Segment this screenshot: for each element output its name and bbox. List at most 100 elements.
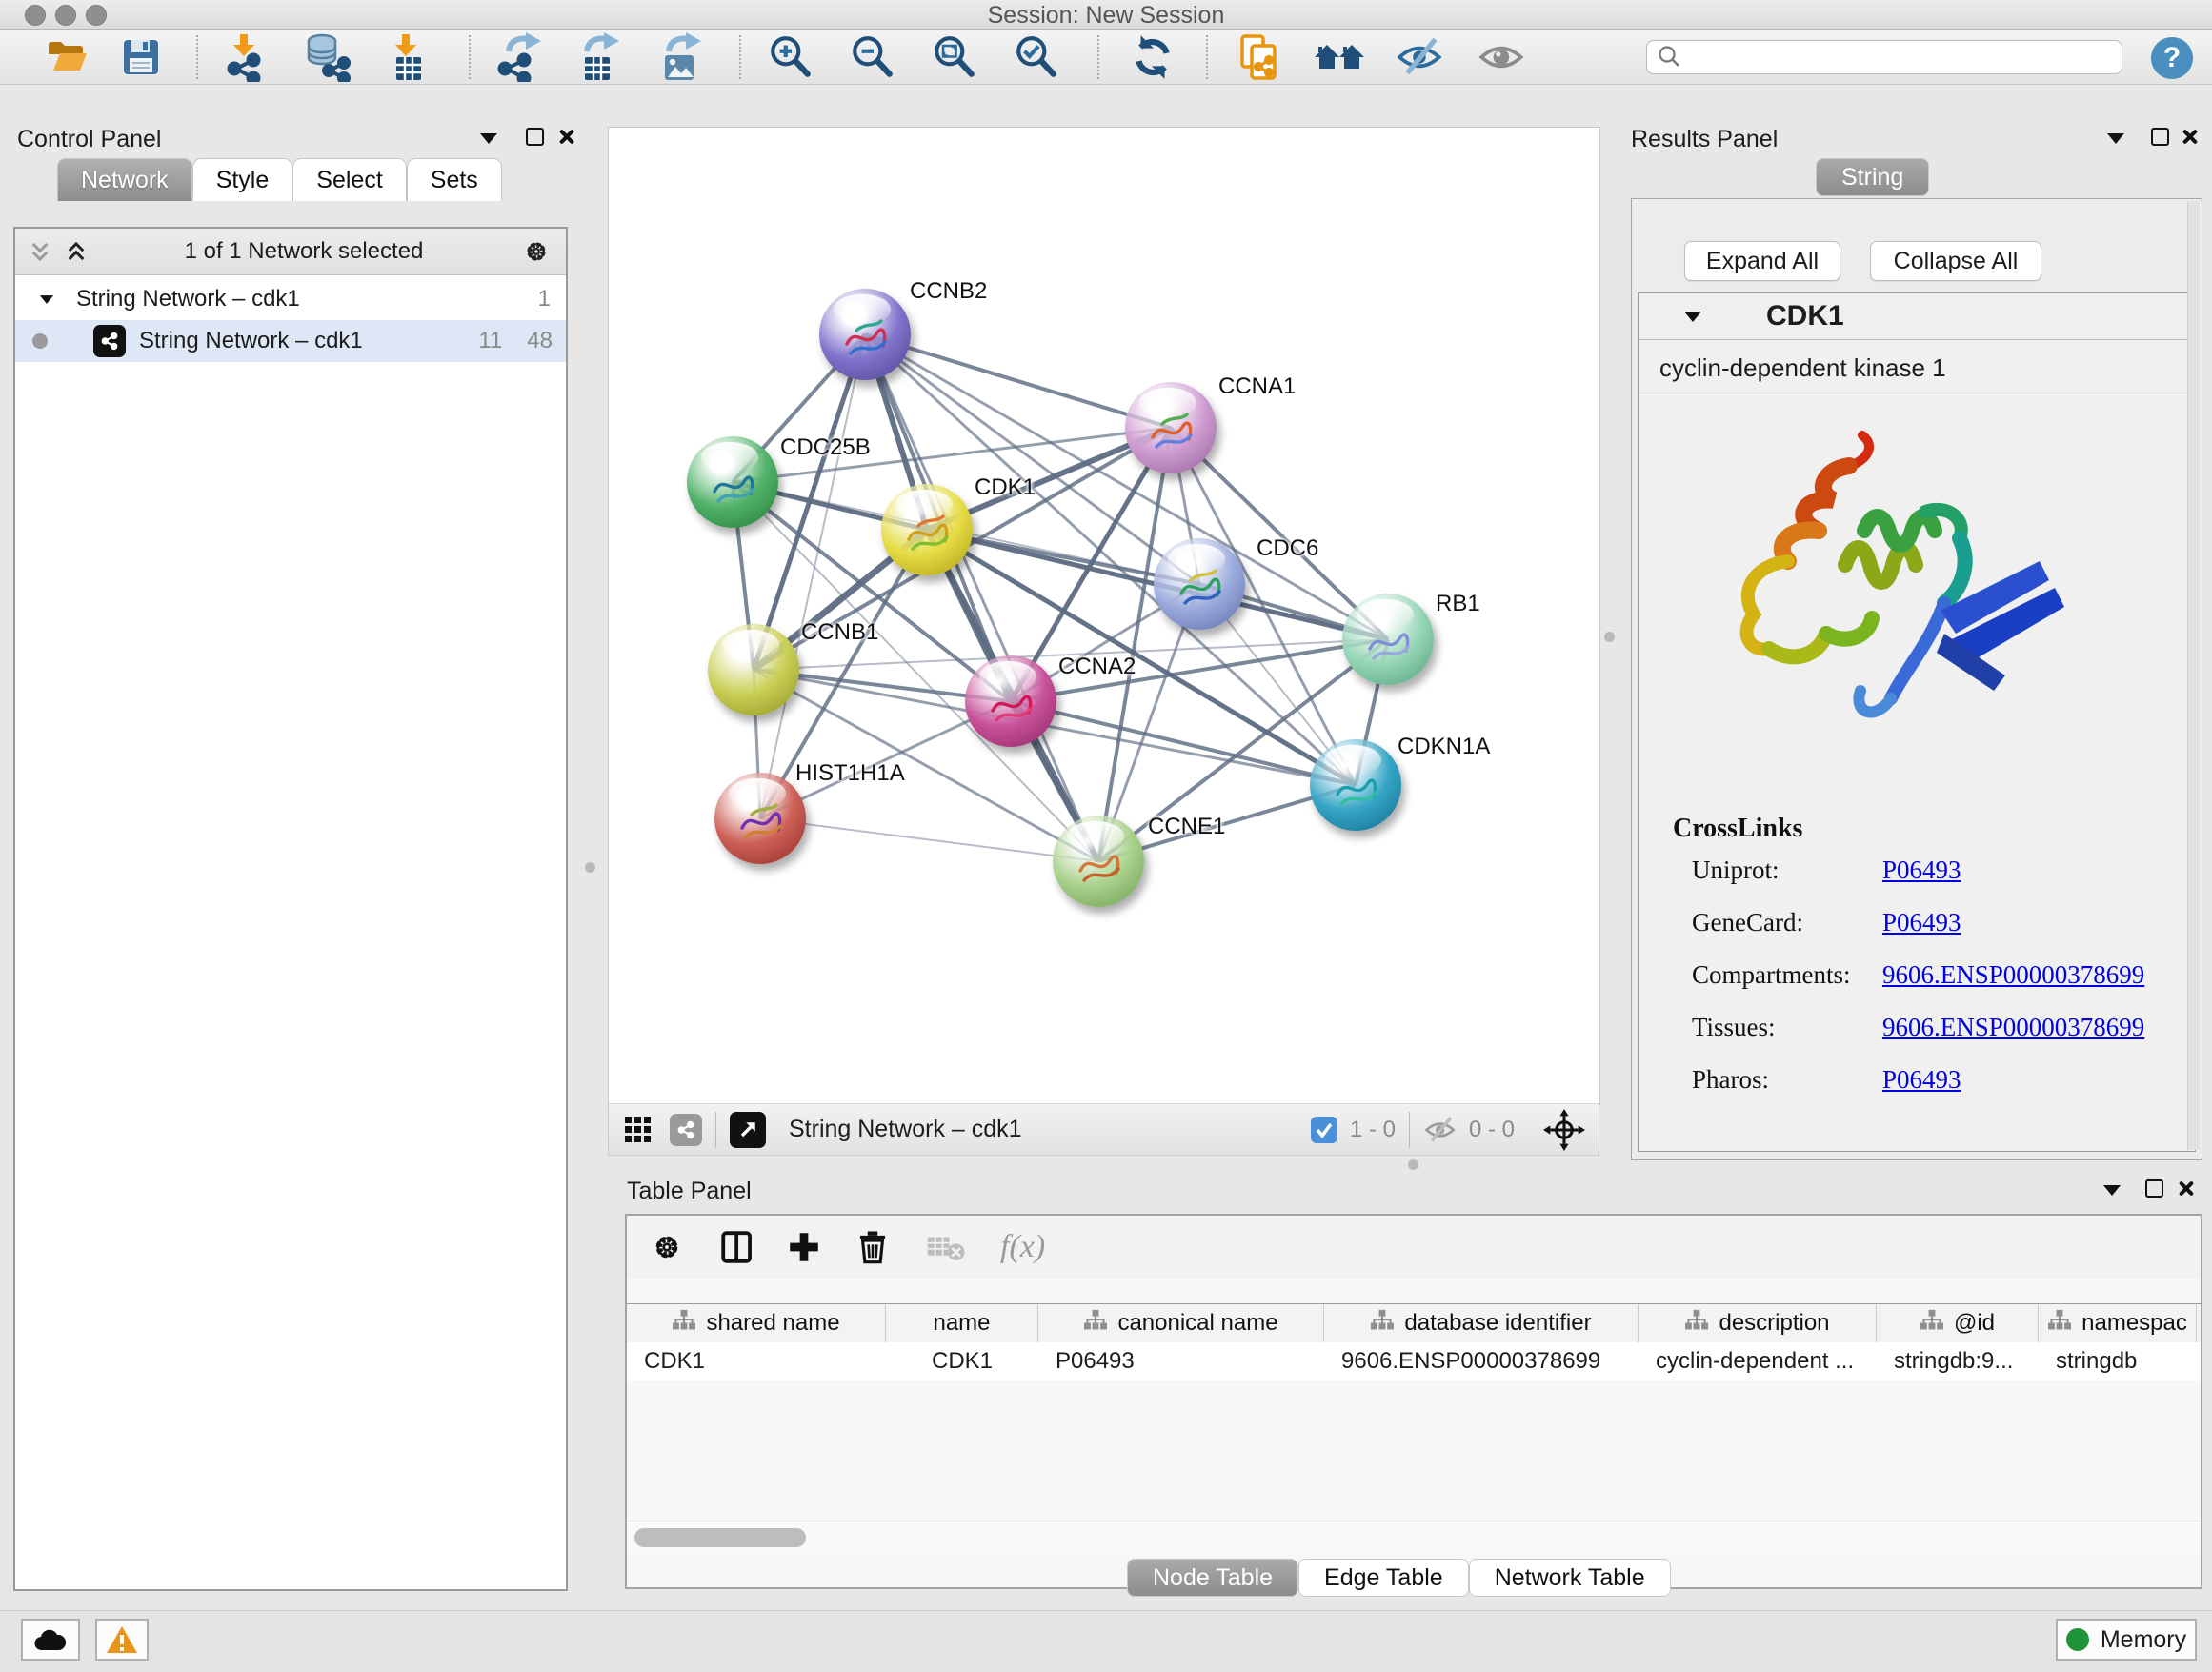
zoom-fit-icon xyxy=(931,33,978,81)
table-panel-float-icon[interactable] xyxy=(2145,1179,2163,1198)
network-node-CCNA1[interactable] xyxy=(1125,382,1217,473)
expand-all-button[interactable]: Expand All xyxy=(1684,241,1840,281)
control-panel-float-icon[interactable] xyxy=(526,128,544,146)
tab-network[interactable]: Network xyxy=(57,158,192,201)
table-cell[interactable]: stringdb xyxy=(2039,1342,2197,1380)
network-edge[interactable] xyxy=(760,818,1098,861)
import-network-database-button[interactable] xyxy=(297,33,354,81)
crosslink-value[interactable]: P06493 xyxy=(1882,1065,1961,1095)
column-header-canonical-name[interactable]: canonical name xyxy=(1038,1304,1324,1342)
table-cell[interactable]: stringdb:9... xyxy=(1877,1342,2039,1380)
results-panel-menu-icon[interactable] xyxy=(2107,133,2124,144)
refresh-icon xyxy=(1129,33,1176,81)
search-input[interactable] xyxy=(1681,44,2122,71)
gene-expander-icon[interactable] xyxy=(1684,312,1701,322)
tab-node-table[interactable]: Node Table xyxy=(1127,1559,1298,1597)
network-row-selected[interactable]: String Network – cdk1 11 48 xyxy=(15,320,566,362)
network-node-CCNA2[interactable] xyxy=(965,655,1056,747)
table-panel-menu-icon[interactable] xyxy=(2103,1185,2121,1196)
help-button[interactable]: ? xyxy=(2151,37,2193,79)
import-table-button[interactable] xyxy=(379,33,436,81)
birdseye-grid-icon[interactable] xyxy=(624,1116,653,1144)
hide-selected-button[interactable] xyxy=(1393,33,1450,81)
network-node-CCNE1[interactable] xyxy=(1053,816,1144,907)
tab-edge-table[interactable]: Edge Table xyxy=(1298,1559,1469,1597)
control-panel-menu-icon[interactable] xyxy=(480,133,497,144)
table-cell[interactable]: cyclin-dependent ... xyxy=(1639,1342,1877,1380)
fit-content-crosshair-icon[interactable] xyxy=(1543,1109,1585,1151)
tab-string[interactable]: String xyxy=(1816,158,1929,196)
open-in-window-icon[interactable] xyxy=(730,1112,766,1148)
table-panel-close-icon[interactable] xyxy=(2178,1180,2193,1196)
show-columns-icon[interactable] xyxy=(718,1228,756,1266)
horizontal-splitter-handle[interactable] xyxy=(1408,1159,1418,1170)
zoom-out-button[interactable] xyxy=(844,33,901,81)
open-session-button[interactable] xyxy=(38,33,95,81)
new-network-from-selection-button[interactable] xyxy=(1231,33,1288,81)
export-table-button[interactable] xyxy=(570,33,627,81)
crosslink-value[interactable]: P06493 xyxy=(1882,908,1961,937)
collection-expander-icon[interactable] xyxy=(40,295,53,304)
control-panel-close-icon[interactable] xyxy=(558,129,573,144)
table-cell[interactable]: CDK1 xyxy=(886,1342,1038,1380)
results-panel-float-icon[interactable] xyxy=(2151,128,2169,146)
crosslink-value[interactable]: 9606.ENSP00000378699 xyxy=(1882,960,2144,990)
save-session-button[interactable] xyxy=(112,33,170,81)
table-row[interactable]: CDK1CDK1P064939606.ENSP00000378699cyclin… xyxy=(627,1342,2201,1380)
memory-button[interactable]: Memory xyxy=(2056,1619,2197,1661)
network-node-CDC6[interactable] xyxy=(1154,538,1245,630)
zoom-in-button[interactable] xyxy=(762,33,819,81)
warning-button[interactable] xyxy=(95,1619,149,1661)
collapse-all-button[interactable]: Collapse All xyxy=(1870,241,2041,281)
column-header-name[interactable]: name xyxy=(886,1304,1038,1342)
network-node-CDC25B[interactable] xyxy=(687,436,778,528)
apply-layout-button[interactable] xyxy=(1124,33,1181,81)
network-node-CCNB2[interactable] xyxy=(819,289,911,380)
table-cell[interactable]: P06493 xyxy=(1038,1342,1324,1380)
tab-sets[interactable]: Sets xyxy=(407,158,502,201)
tab-style[interactable]: Style xyxy=(192,158,293,201)
crosslink-value[interactable]: P06493 xyxy=(1882,856,1961,885)
results-scrollbar[interactable] xyxy=(2187,201,2200,1150)
network-node-CDKN1A[interactable] xyxy=(1310,739,1401,831)
column-header-shared-name[interactable]: shared name xyxy=(627,1304,886,1342)
show-all-button[interactable] xyxy=(1475,33,1532,81)
crosslink-value[interactable]: 9606.ENSP00000378699 xyxy=(1882,1013,2144,1042)
network-collection-row[interactable]: String Network – cdk1 1 xyxy=(15,278,566,320)
column-header--id[interactable]: @id xyxy=(1877,1304,2039,1342)
export-network-button[interactable] xyxy=(490,33,547,81)
network-node-CCNB1[interactable] xyxy=(708,624,799,715)
export-image-button[interactable] xyxy=(652,33,709,81)
gene-section-header[interactable]: CDK1 xyxy=(1639,293,2195,340)
column-header-description[interactable]: description xyxy=(1639,1304,1877,1342)
right-splitter-handle[interactable] xyxy=(1604,632,1615,642)
column-header-database-identifier[interactable]: database identifier xyxy=(1324,1304,1639,1342)
zoom-fit-button[interactable] xyxy=(926,33,983,81)
network-canvas[interactable]: CCNB2CCNA1CDC25BCDK1CDC6RB1CCNB1CCNA2CDK… xyxy=(608,127,1600,1105)
delete-column-icon[interactable] xyxy=(854,1228,892,1266)
first-neighbors-button[interactable] xyxy=(1311,33,1368,81)
tab-select[interactable]: Select xyxy=(292,158,406,201)
left-splitter-handle[interactable] xyxy=(585,862,595,873)
results-panel-close-icon[interactable] xyxy=(2182,129,2197,144)
network-options-gear-icon[interactable] xyxy=(520,235,553,268)
table-cell[interactable]: CDK1 xyxy=(627,1342,886,1380)
network-node-CDK1[interactable] xyxy=(881,484,973,575)
network-node-HIST1H1A[interactable] xyxy=(714,773,806,864)
network-node-RB1[interactable] xyxy=(1342,594,1434,685)
network-view-type-icon[interactable] xyxy=(670,1114,702,1146)
tab-network-table[interactable]: Network Table xyxy=(1469,1559,1671,1597)
cloud-button[interactable] xyxy=(21,1619,80,1661)
scrollbar-thumb[interactable] xyxy=(634,1528,806,1547)
network-edge[interactable] xyxy=(1011,701,1356,785)
table-horizontal-scrollbar[interactable] xyxy=(627,1521,2201,1554)
expand-all-networks-icon[interactable] xyxy=(65,241,88,262)
collapse-all-networks-icon[interactable] xyxy=(29,241,51,262)
add-column-icon[interactable] xyxy=(785,1228,823,1266)
zoom-selected-button[interactable] xyxy=(1008,33,1065,81)
table-options-gear-icon[interactable] xyxy=(648,1228,686,1266)
network-edge[interactable] xyxy=(865,334,1171,428)
column-header-namespac[interactable]: namespac xyxy=(2039,1304,2197,1342)
table-cell[interactable]: 9606.ENSP00000378699 xyxy=(1324,1342,1639,1380)
import-network-file-button[interactable] xyxy=(217,33,274,81)
